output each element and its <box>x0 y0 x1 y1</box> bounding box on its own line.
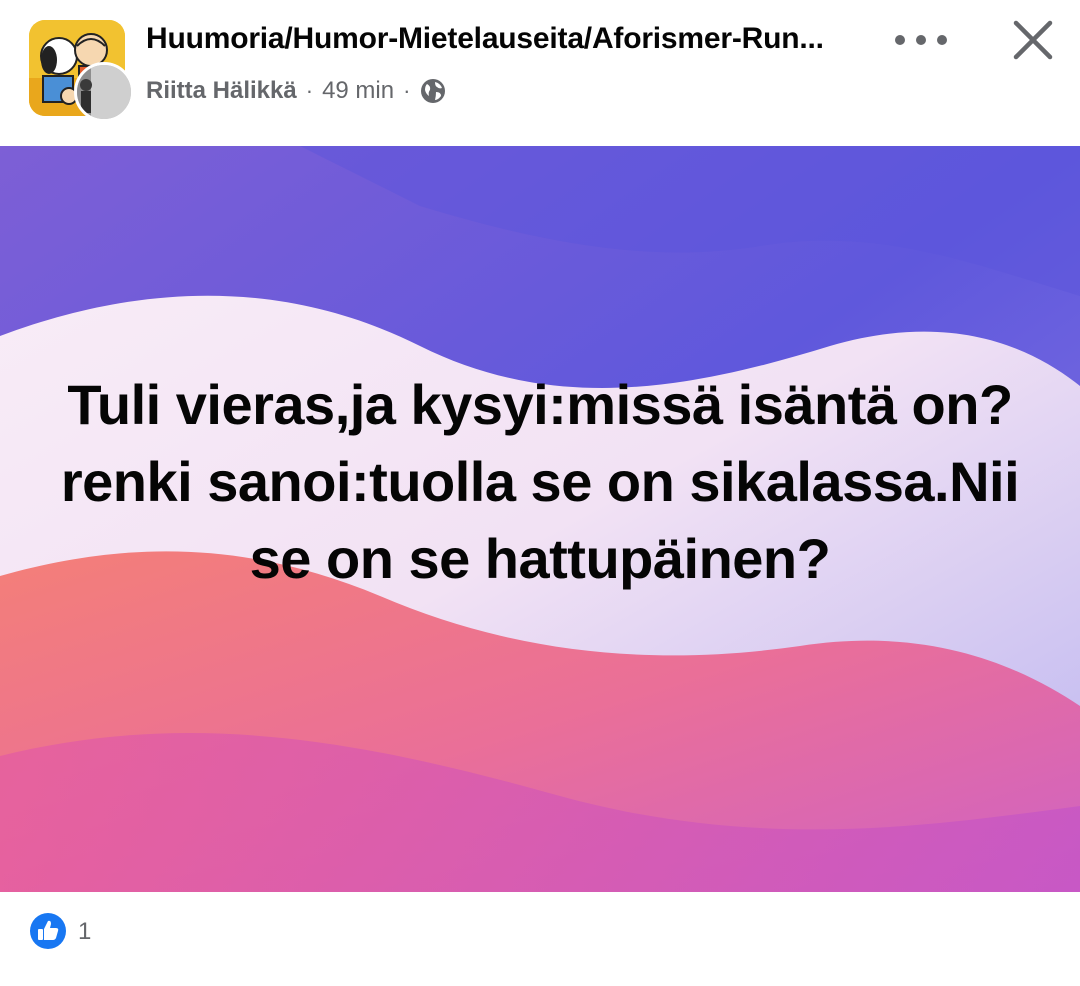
author-avatar-image <box>77 65 131 119</box>
close-icon[interactable] <box>1010 17 1056 63</box>
reaction-count[interactable]: 1 <box>78 918 91 946</box>
post-text: Tuli vieras,ja kysyi:missä isäntä on?ren… <box>60 373 1020 590</box>
post-header: Huumoria/Humor-Mietelauseita/Aforismer-R… <box>0 0 1080 146</box>
author-avatar[interactable] <box>74 62 134 122</box>
globe-icon[interactable] <box>419 77 447 105</box>
more-options-icon[interactable] <box>895 22 947 58</box>
more-dot <box>937 35 947 45</box>
post-time-link[interactable]: 49 min <box>322 77 394 105</box>
post-background: Tuli vieras,ja kysyi:missä isäntä on?ren… <box>0 146 1080 892</box>
author-name-link[interactable]: Riitta Hälikkä <box>146 77 297 105</box>
post-meta: Riitta Hälikkä · 49 min · <box>146 74 447 108</box>
group-name-link[interactable]: Huumoria/Humor-Mietelauseita/Aforismer-R… <box>146 22 876 56</box>
more-dot <box>916 35 926 45</box>
like-icon[interactable] <box>29 912 67 950</box>
post-footer <box>0 892 1080 986</box>
more-dot <box>895 35 905 45</box>
meta-separator: · <box>305 78 314 103</box>
meta-separator: · <box>403 78 411 103</box>
